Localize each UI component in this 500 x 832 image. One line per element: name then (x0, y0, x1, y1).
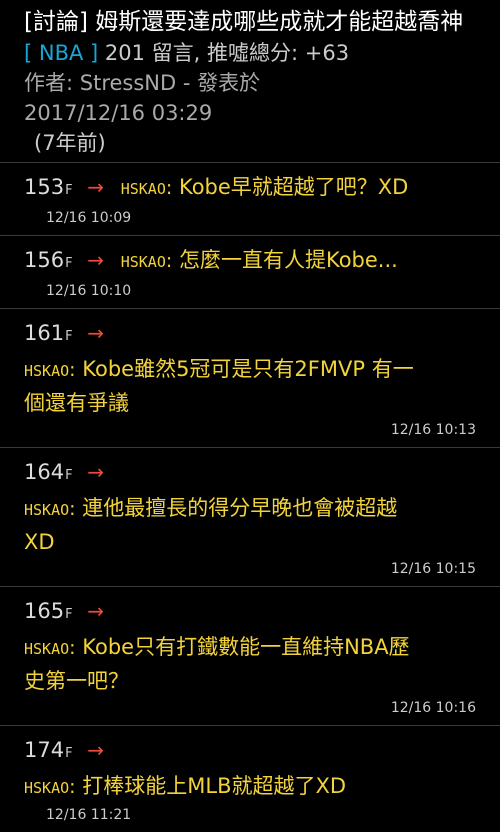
comment-time: 12/16 11:21 (46, 807, 132, 823)
floor-suffix: F (65, 607, 73, 622)
arrow-icon: → (87, 460, 105, 484)
comment-colon: : (165, 250, 173, 272)
comment-item[interactable]: 174F → HSKAO: 打棒球能上MLB就超越了XD 12/16 11:21 (0, 726, 500, 832)
comment-text-line-1: 連他最擅長的得分早晚也會被超越 (82, 496, 398, 520)
comment-time: 12/16 10:13 (390, 422, 476, 438)
comment-text-line-1: Kobe雖然5冠可是只有2FMVP 有一 (82, 357, 414, 381)
floor-number: 156 (24, 248, 65, 272)
comment-text: 打棒球能上MLB就超越了XD (82, 774, 347, 798)
arrow-icon: → (87, 175, 105, 199)
comment-stats: 201 留言, 推噓總分: +63 (104, 41, 350, 65)
comment-time: 12/16 10:16 (390, 700, 476, 716)
comment-time: 12/16 10:09 (46, 210, 132, 226)
comment-user[interactable]: HSKAO (24, 779, 69, 797)
comment-user[interactable]: HSKAO (121, 180, 166, 198)
author-line[interactable]: 作者: StressND - 發表於 (24, 68, 476, 98)
comment-item[interactable]: 156F → HSKAO: 怎麼一直有人提Kobe... 12/16 10:10 (0, 236, 500, 309)
post-datetime: 2017/12/16 03:29 (24, 101, 213, 125)
comment-item[interactable]: 164F → HSKAO: 連他最擅長的得分早晚也會被超越 XD 12/16 1… (0, 448, 500, 587)
comment-user[interactable]: HSKAO (121, 253, 166, 271)
comment-user[interactable]: HSKAO (24, 640, 69, 658)
comment-item[interactable]: 153F → HSKAO: Kobe早就超越了吧？XD 12/16 10:09 (0, 163, 500, 236)
floor-suffix: F (65, 746, 73, 761)
comment-item[interactable]: 161F → HSKAO: Kobe雖然5冠可是只有2FMVP 有一 個還有爭議… (0, 309, 500, 448)
comment-colon: : (69, 498, 76, 520)
floor-number: 164 (24, 460, 65, 484)
post-meta: [ NBA ] 201 留言, 推噓總分: +63 (24, 38, 476, 68)
comment-text: Kobe早就超越了吧？XD (178, 175, 409, 199)
comment-colon: : (165, 177, 173, 199)
arrow-icon: → (87, 248, 105, 272)
floor-suffix: F (65, 183, 73, 198)
floor-number: 165 (24, 599, 65, 623)
floor-suffix: F (65, 468, 73, 483)
post-title: [討論] 姆斯還要達成哪些成就才能超越喬神 (24, 9, 464, 35)
post-header: [討論] 姆斯還要達成哪些成就才能超越喬神 [ NBA ] 201 留言, 推噓… (0, 0, 500, 158)
comment-user[interactable]: HSKAO (24, 362, 69, 380)
comment-text-line-2: 個還有爭議 (24, 391, 129, 415)
floor-suffix: F (65, 329, 73, 344)
comment-colon: : (69, 359, 76, 381)
comment-text: 怎麼一直有人提Kobe... (178, 248, 398, 272)
comment-text-line-1: Kobe只有打鐵數能一直維持NBA歷 (82, 635, 410, 659)
floor-suffix: F (65, 256, 73, 271)
arrow-icon: → (87, 599, 105, 623)
comment-text-line-2: XD (24, 530, 55, 554)
comment-user[interactable]: HSKAO (24, 501, 69, 519)
floor-number: 174 (24, 738, 65, 762)
comment-time: 12/16 10:10 (46, 283, 132, 299)
arrow-icon: → (87, 321, 105, 345)
floor-number: 161 (24, 321, 65, 345)
comment-item[interactable]: 165F → HSKAO: Kobe只有打鐵數能一直維持NBA歷 史第一吧？ 1… (0, 587, 500, 726)
comment-time: 12/16 10:15 (390, 561, 476, 577)
board-tag[interactable]: [ NBA ] (24, 41, 98, 65)
comment-text-line-2: 史第一吧？ (24, 669, 129, 693)
floor-number: 153 (24, 175, 65, 199)
comment-colon: : (69, 637, 76, 659)
comment-colon: : (69, 776, 76, 798)
post-relative-time: (7年前) (34, 131, 106, 155)
arrow-icon: → (87, 738, 105, 762)
